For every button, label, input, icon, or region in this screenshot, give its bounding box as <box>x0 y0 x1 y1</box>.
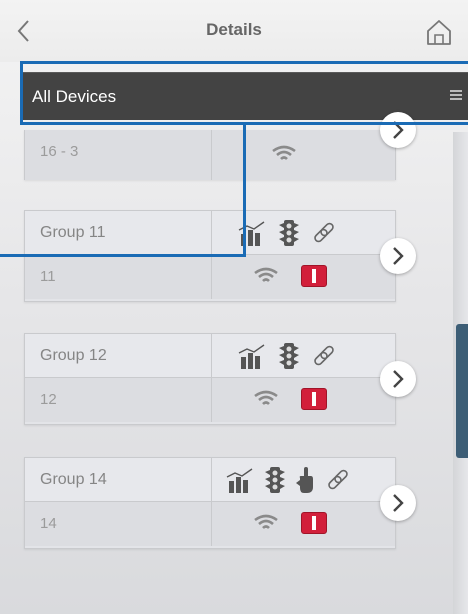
home-button[interactable] <box>424 17 454 47</box>
menu-lines-icon[interactable] <box>450 90 462 102</box>
open-detail-button[interactable] <box>380 112 416 148</box>
card-id-row: 16 - 3 <box>25 130 395 180</box>
device-id: 16 - 3 <box>40 143 79 160</box>
device-id: 12 <box>40 391 57 408</box>
link-icon <box>314 345 334 366</box>
alert-icon <box>301 512 327 534</box>
device-card: Group 12 12 <box>24 333 396 425</box>
home-icon <box>427 20 451 45</box>
chart-icon <box>238 221 265 246</box>
header-bar: Details <box>0 0 468 62</box>
group-name: Group 12 <box>40 347 107 364</box>
wifi-icon <box>272 145 296 160</box>
device-card: Group 14 14 <box>24 457 396 549</box>
group-name: Group 14 <box>40 471 107 488</box>
link-icon <box>314 222 334 243</box>
page-title: Details <box>206 20 262 39</box>
chart-icon <box>226 468 253 493</box>
device-id: 11 <box>40 268 56 285</box>
filter-label: All Devices <box>32 87 117 106</box>
chevron-right-icon <box>393 370 404 388</box>
open-detail-button[interactable] <box>380 485 416 521</box>
chevron-right-icon <box>393 494 404 512</box>
highlight-connector <box>0 254 246 257</box>
device-id: 14 <box>40 515 57 532</box>
open-detail-button[interactable] <box>380 361 416 397</box>
wifi-icon <box>254 390 278 405</box>
chevron-right-icon <box>393 121 404 139</box>
group-name: Group 11 <box>40 224 106 241</box>
scrollbar-thumb[interactable] <box>456 324 468 458</box>
chart-icon <box>238 344 265 369</box>
traffic-light-icon <box>279 220 299 246</box>
chevron-right-icon <box>393 247 404 265</box>
traffic-light-icon <box>265 467 285 493</box>
device-card: 16 - 3 <box>24 130 396 180</box>
wifi-icon <box>254 267 278 282</box>
link-icon <box>328 469 348 490</box>
wifi-icon <box>254 514 278 529</box>
alert-icon <box>301 265 327 287</box>
highlight-connector <box>243 125 246 257</box>
hand-icon <box>296 467 313 493</box>
open-detail-button[interactable] <box>380 238 416 274</box>
traffic-light-icon <box>279 343 299 369</box>
alert-icon <box>301 388 327 410</box>
